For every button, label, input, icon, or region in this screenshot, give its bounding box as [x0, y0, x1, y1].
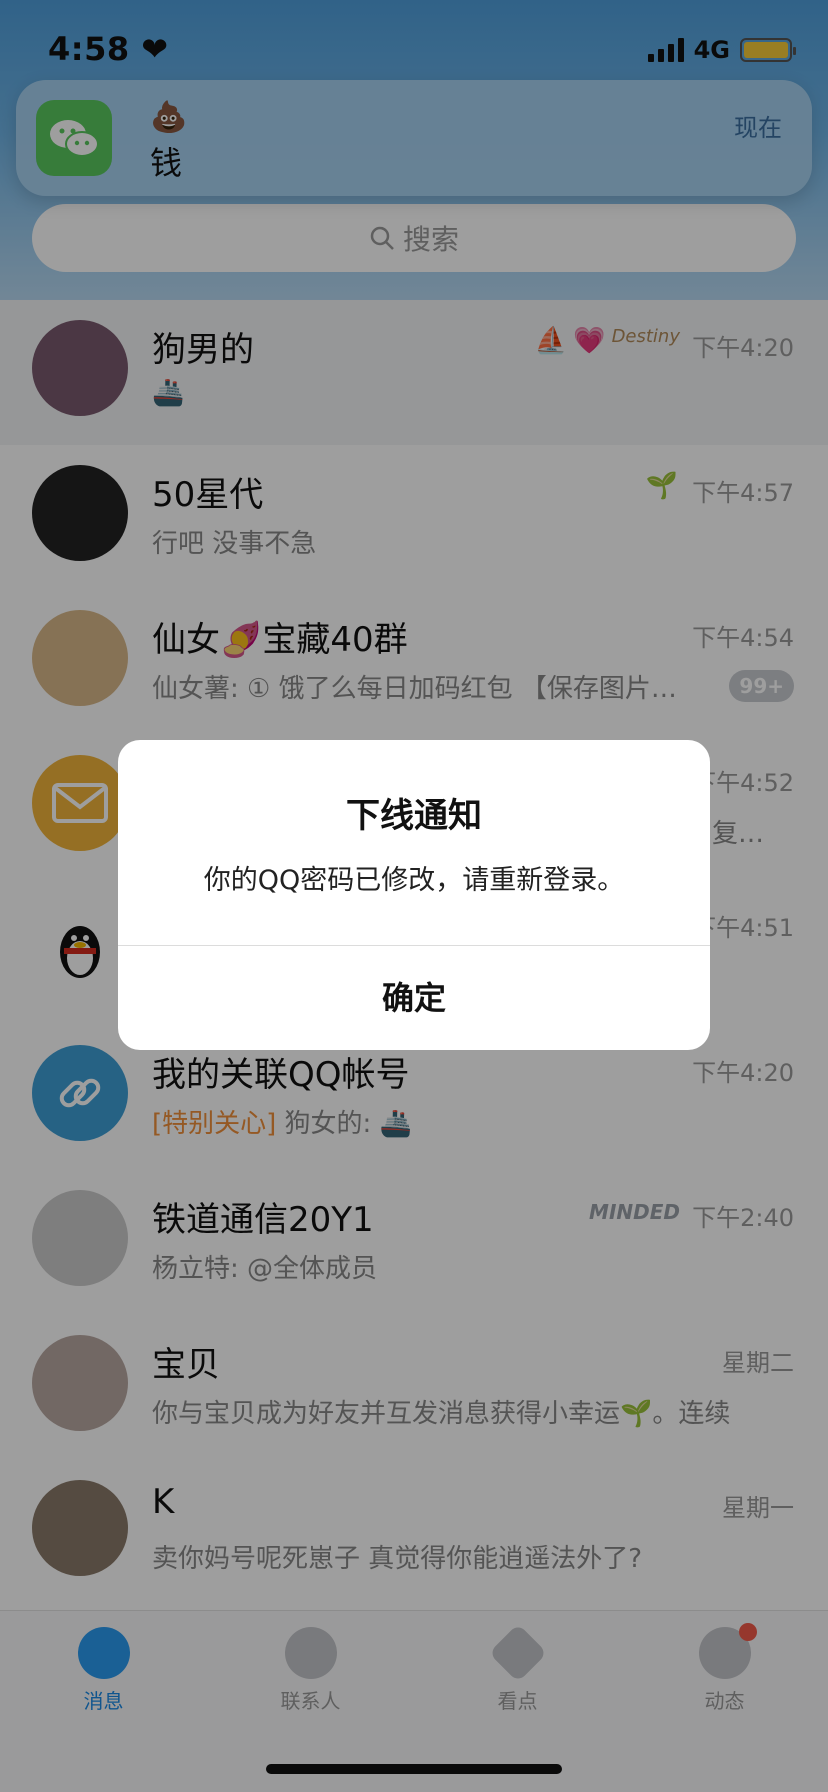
logout-dialog: 下线通知 你的QQ密码已修改，请重新登录。 确定 — [118, 740, 710, 1050]
confirm-button[interactable]: 确定 — [118, 946, 710, 1050]
dialog-message: 你的QQ密码已修改，请重新登录。 — [203, 865, 625, 896]
dialog-title: 下线通知 — [346, 796, 482, 836]
